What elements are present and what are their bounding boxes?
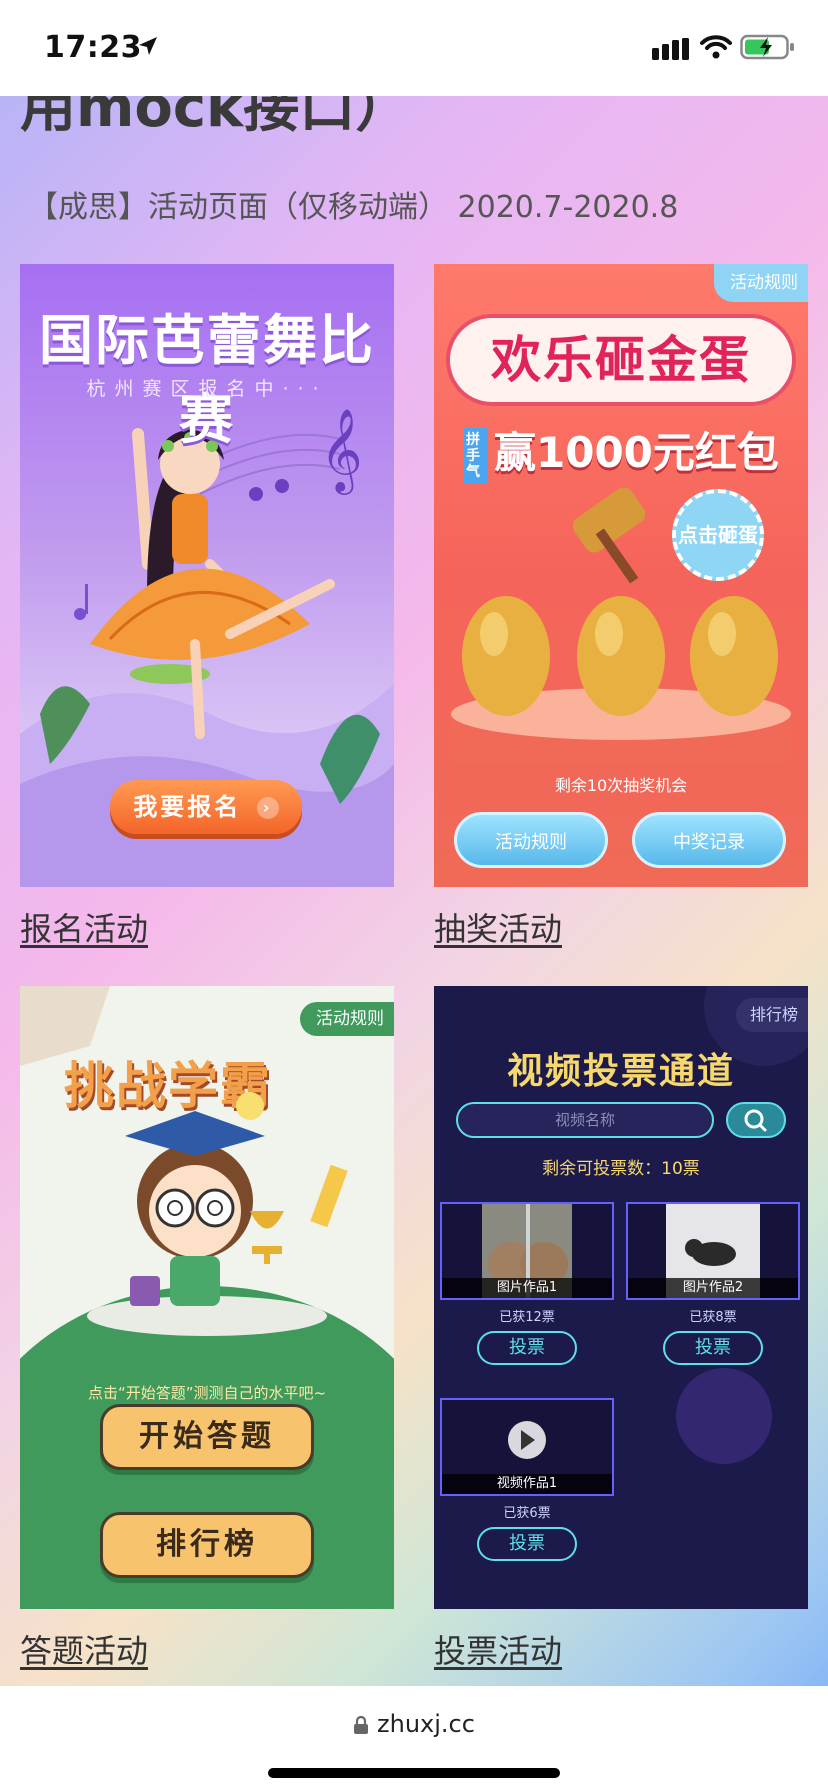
location-arrow-icon: [139, 37, 157, 55]
vote-item[interactable]: 视频作品1 已获6票 投票: [440, 1398, 614, 1561]
browser-bottom-bar: zhuxj.cc: [0, 1686, 828, 1792]
ballet-subtitle: 杭州赛区报名中···: [86, 378, 328, 400]
project-card-lottery[interactable]: 活动规则 欢乐砸金蛋 拼手气 赢1000元红包 点击砸蛋 剩余10次抽奖机会 活…: [434, 264, 808, 948]
vote-item[interactable]: 图片作品2 已获8票 投票: [626, 1202, 800, 1365]
project-subtitle: 【成思】活动页面（仅移动端） 2020.7-2020.8: [28, 190, 679, 225]
vote-thumbnail[interactable]: 视频作品1: [440, 1398, 614, 1496]
vote-item-label: 图片作品2: [628, 1278, 798, 1298]
project-card-signup[interactable]: 𝄞 国际芭蕾舞比赛 杭州赛区报名中··· 我要报名 › 报名活动: [20, 264, 394, 948]
lock-icon: [354, 1715, 369, 1734]
leaderboard-button[interactable]: 排行榜: [100, 1512, 314, 1578]
vote-count: 已获6票: [503, 1506, 551, 1521]
vote-button[interactable]: 投票: [477, 1331, 577, 1365]
quiz-screenshot[interactable]: 活动规则 挑战学霸 点击“开始答题”测测自己的水平吧~ 开始答题 排行榜: [20, 986, 394, 1609]
vote-thumbnail[interactable]: 图片作品2: [626, 1202, 800, 1300]
card-caption[interactable]: 抽奖活动: [434, 904, 562, 950]
vote-button[interactable]: 投票: [477, 1527, 577, 1561]
home-indicator[interactable]: [268, 1768, 560, 1778]
signup-button[interactable]: 我要报名 ›: [110, 780, 302, 834]
vote-count: 已获8票: [689, 1310, 737, 1325]
page-content: 用mock接口） 【成思】活动页面（仅移动端） 2020.7-2020.8 𝄞: [0, 96, 828, 1686]
card-caption[interactable]: 报名活动: [20, 904, 148, 950]
project-card-quiz[interactable]: 活动规则 挑战学霸 点击“开始答题”测测自己的水平吧~ 开始答题 排行榜 答题活…: [20, 986, 394, 1670]
rules-button[interactable]: 活动规则: [454, 812, 608, 868]
vote-remaining: 剩余可投票数：10票: [542, 1159, 700, 1179]
search-icon: [744, 1109, 767, 1132]
vote-item[interactable]: 图片作品1 已获12票 投票: [440, 1202, 614, 1365]
vote-count: 已获12票: [499, 1310, 555, 1325]
vote-button[interactable]: 投票: [663, 1331, 763, 1365]
vote-search-input[interactable]: 视频名称: [456, 1102, 714, 1138]
winning-records-button[interactable]: 中奖记录: [632, 812, 786, 868]
chevron-right-icon: ›: [256, 797, 279, 819]
wifi-icon: [700, 35, 732, 59]
card-caption[interactable]: 投票活动: [434, 1626, 562, 1672]
url-text: zhuxj.cc: [377, 1710, 475, 1738]
status-time: 17:23: [44, 30, 142, 65]
vote-item-label: 图片作品1: [442, 1278, 612, 1298]
leaderboard-tag[interactable]: 排行榜: [735, 998, 808, 1032]
quiz-hint: 点击“开始答题”测测自己的水平吧~: [87, 1384, 327, 1402]
status-bar: 17:23: [0, 0, 828, 96]
vote-search-button[interactable]: [726, 1102, 786, 1138]
page-title-cut: 用mock接口）: [20, 96, 412, 140]
start-quiz-button[interactable]: 开始答题: [100, 1404, 314, 1470]
lottery-screenshot[interactable]: 活动规则 欢乐砸金蛋 拼手气 赢1000元红包 点击砸蛋 剩余10次抽奖机会 活…: [434, 264, 808, 887]
signup-button-label: 我要报名: [133, 793, 242, 821]
cellular-signal-icon: [652, 38, 689, 60]
voting-screenshot[interactable]: 排行榜 视频投票通道 视频名称 剩余可投票数：10票 图片作品1 已获12票 投…: [434, 986, 808, 1609]
battery-charging-icon: [740, 34, 794, 60]
lottery-remaining: 剩余10次抽奖机会: [554, 776, 688, 795]
signup-screenshot[interactable]: 𝄞 国际芭蕾舞比赛 杭州赛区报名中··· 我要报名 ›: [20, 264, 394, 887]
card-caption[interactable]: 答题活动: [20, 1626, 148, 1672]
address-bar[interactable]: zhuxj.cc: [0, 1710, 828, 1738]
vote-title: 视频投票通道: [506, 1051, 735, 1092]
vote-item-label: 视频作品1: [442, 1474, 612, 1494]
project-card-voting[interactable]: 排行榜 视频投票通道 视频名称 剩余可投票数：10票 图片作品1 已获12票 投…: [434, 986, 808, 1670]
vote-thumbnail[interactable]: 图片作品1: [440, 1202, 614, 1300]
